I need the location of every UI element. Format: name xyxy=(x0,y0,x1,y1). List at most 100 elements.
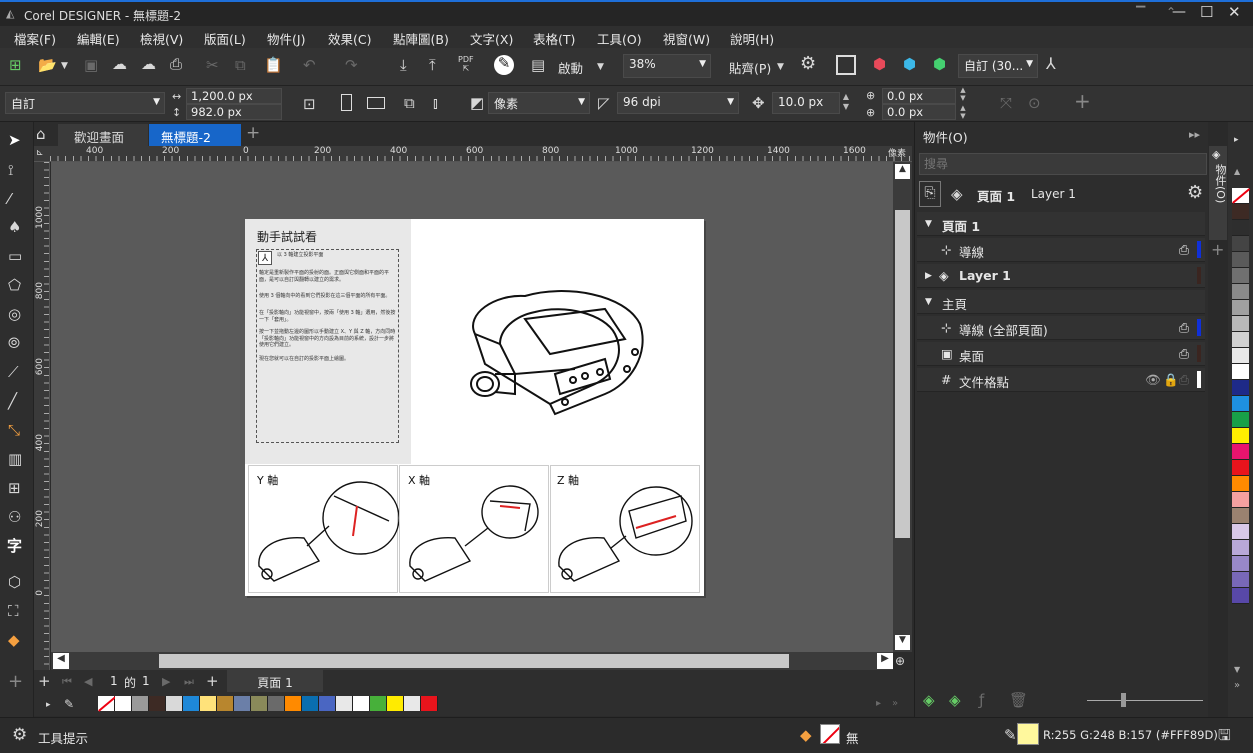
view-cube-green-icon[interactable]: ⬢ xyxy=(933,56,946,72)
menu-edit[interactable]: 編輯(E) xyxy=(77,29,120,48)
scroll-up-icon[interactable]: ▲ xyxy=(895,164,910,179)
view-preset-combo[interactable]: 自訂 (30... ▼ xyxy=(958,54,1038,78)
next-page-icon[interactable]: ▶ xyxy=(162,674,170,690)
launcher-dropdown-icon[interactable]: ▼ xyxy=(597,59,604,75)
palette-swatch[interactable] xyxy=(1232,460,1249,476)
pick-tool-icon[interactable]: ➤ xyxy=(8,132,21,148)
objects-side-tab[interactable]: 物件(O) ◈ xyxy=(1209,146,1227,240)
menu-window[interactable]: 視窗(W) xyxy=(663,29,710,48)
palette-swatch[interactable] xyxy=(1232,252,1249,268)
palette-menu-icon[interactable]: ▸ xyxy=(46,697,51,713)
vertical-scrollbar[interactable]: ▲ ▼ xyxy=(893,162,912,652)
print-icon[interactable]: ⎙ xyxy=(170,56,182,72)
units-combo[interactable]: 像素 ▼ xyxy=(488,92,590,114)
view-cube-blue-icon[interactable]: ⬢ xyxy=(903,56,916,72)
palette-scroll-end-icon[interactable]: » xyxy=(892,696,898,712)
palette-scroll-right-icon[interactable]: ▸ xyxy=(876,696,881,712)
page-orientation-icon[interactable]: ⊡ xyxy=(303,96,316,112)
duplicate-y-field[interactable]: 0.0 px xyxy=(882,104,956,120)
collapse-arrow-icon[interactable]: ▶ xyxy=(925,271,932,281)
palette-swatch[interactable] xyxy=(285,696,302,711)
last-page-icon[interactable]: ⏭ xyxy=(184,674,194,690)
paste-icon[interactable]: 📋 xyxy=(264,57,283,73)
zoom-level-combo[interactable]: 38% ▼ xyxy=(623,54,711,78)
zoom-corner-icon[interactable]: ⊕ xyxy=(895,653,905,669)
no-color-swatch[interactable] xyxy=(98,696,116,712)
save-icon[interactable]: ▣ xyxy=(84,57,98,73)
snap-to-button[interactable]: 貼齊(P) xyxy=(729,58,771,77)
duplicate-x-spinner[interactable]: ▲ ▼ xyxy=(957,86,969,102)
maximize-button[interactable]: ☐ xyxy=(1200,3,1213,21)
horizontal-scroll-thumb[interactable] xyxy=(159,654,789,668)
landscape-icon[interactable] xyxy=(367,97,385,109)
cut-icon[interactable]: ✂ xyxy=(206,57,219,73)
lock-icon[interactable]: 🔒 xyxy=(1163,372,1179,388)
delete-icon[interactable]: 🗑 xyxy=(1009,692,1028,708)
add-docker-icon[interactable]: + xyxy=(1211,242,1224,258)
docker-search-input[interactable] xyxy=(919,153,1207,175)
palette-swatch[interactable] xyxy=(421,696,438,711)
page-width-field[interactable]: 1,200.0 px xyxy=(186,88,282,104)
palette-swatch[interactable] xyxy=(1232,300,1249,316)
color-info-icon[interactable]: 🖫 xyxy=(1218,727,1231,743)
palette-swatch[interactable] xyxy=(268,696,285,711)
expand-arrow-icon[interactable]: ▼ xyxy=(925,297,932,307)
outline-color-swatch[interactable] xyxy=(1017,723,1039,745)
palette-swatch[interactable] xyxy=(251,696,268,711)
palette-swatch[interactable] xyxy=(132,696,149,711)
minimize-button[interactable]: — xyxy=(1172,4,1186,20)
shape-tool-icon[interactable]: ⟟ xyxy=(8,162,14,178)
print-toggle-icon[interactable]: ⎙ xyxy=(1179,346,1189,362)
tree-row-desktop[interactable]: ▣ 桌面 ⎙ xyxy=(917,342,1205,366)
palette-swatch[interactable] xyxy=(234,696,251,711)
horizontal-scrollbar[interactable]: ◀ ▶ xyxy=(51,652,893,670)
page-size-combo[interactable]: 自訂 ▼ xyxy=(5,92,165,114)
palette-swatch[interactable] xyxy=(1232,476,1249,492)
fill-tool-icon[interactable]: ◆ xyxy=(8,632,20,648)
tab-welcome[interactable]: 歡迎畫面 xyxy=(58,124,148,146)
transform-icon[interactable]: ⤧ xyxy=(1000,95,1012,111)
prev-page-icon[interactable]: ◀ xyxy=(84,674,92,690)
palette-swatch[interactable] xyxy=(149,696,166,711)
tree-row-guides-all[interactable]: ⊹ 導線 (全部頁面) ⎙ xyxy=(917,316,1205,340)
palette-swatch[interactable] xyxy=(200,696,217,711)
palette-swatch[interactable] xyxy=(1232,444,1249,460)
import-icon[interactable]: ⤓ xyxy=(400,57,407,73)
tree-row-guides[interactable]: ⊹ 導線 ⎙ xyxy=(917,238,1205,262)
cloud-import-icon[interactable]: ☁ xyxy=(112,56,127,72)
menu-effects[interactable]: 效果(C) xyxy=(328,29,371,48)
scroll-left-icon[interactable]: ◀ xyxy=(53,653,69,669)
palette-swatch[interactable] xyxy=(302,696,319,711)
resolution-combo[interactable]: 96 dpi ▼ xyxy=(617,92,739,114)
palette-swatch[interactable] xyxy=(1232,588,1249,604)
application-launcher-icon[interactable]: ▤ xyxy=(531,57,545,73)
y-axis-panel[interactable]: Y 軸 xyxy=(248,465,399,593)
thumbnail-size-slider[interactable] xyxy=(1087,700,1203,701)
menu-help[interactable]: 說明(H) xyxy=(730,29,774,48)
options-gear-icon[interactable]: ⚙ xyxy=(800,55,816,73)
nudge-spinner[interactable]: ▲ ▼ xyxy=(840,92,852,114)
palette-swatch[interactable] xyxy=(319,696,336,711)
palette-swatch[interactable] xyxy=(1232,220,1249,236)
palette-swatch[interactable] xyxy=(1232,428,1249,444)
menu-view[interactable]: 檢視(V) xyxy=(140,29,183,48)
dropdown-icon[interactable]: ▔ xyxy=(1136,6,1145,20)
palette-swatch[interactable] xyxy=(1232,492,1249,508)
palette-swatch[interactable] xyxy=(1232,236,1249,252)
open-dropdown-icon[interactable]: ▼ xyxy=(61,58,68,74)
palette-swatch[interactable] xyxy=(1232,412,1249,428)
eyedropper-tool-icon[interactable]: ⛶ xyxy=(8,603,19,619)
open-icon[interactable]: 📂 xyxy=(38,57,57,73)
print-toggle-icon[interactable]: ⎙ xyxy=(1179,242,1189,258)
scroll-right-icon[interactable]: ▶ xyxy=(877,653,893,669)
horizontal-ruler[interactable]: ⊾ 400 200 0 200 400 600 800 1000 1200 14… xyxy=(34,146,912,162)
z-axis-panel[interactable]: Z 軸 xyxy=(550,465,700,593)
menu-layout[interactable]: 版面(L) xyxy=(204,29,246,48)
palette-swatch[interactable] xyxy=(1232,524,1249,540)
table-tool-icon[interactable]: ⊞ xyxy=(8,480,21,496)
settings-gear-icon[interactable]: ⚙ xyxy=(12,727,27,744)
home-icon[interactable]: ⌂ xyxy=(36,126,46,142)
new-tab-icon[interactable]: + xyxy=(246,125,260,142)
new-document-icon[interactable]: ⊞ xyxy=(9,57,22,73)
page-tab[interactable]: 頁面 1 xyxy=(227,670,323,692)
